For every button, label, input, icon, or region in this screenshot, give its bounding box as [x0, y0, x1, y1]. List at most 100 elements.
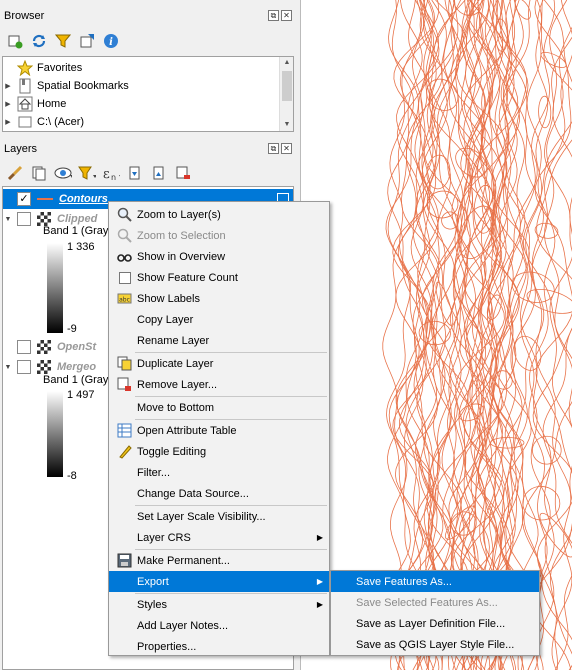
expand-icon[interactable]: ▶ [3, 100, 13, 108]
overview-icon [117, 249, 132, 264]
scroll-thumb[interactable] [282, 71, 292, 101]
eye-icon[interactable] [54, 164, 72, 182]
submenu-save-layer-definition[interactable]: Save as Layer Definition File... [331, 613, 539, 634]
float-icon[interactable]: ⧉ [268, 143, 279, 154]
menu-label: Move to Bottom [137, 401, 215, 414]
submenu-save-qgis-style[interactable]: Save as QGIS Layer Style File... [331, 634, 539, 655]
menu-move-to-bottom[interactable]: Move to Bottom [109, 397, 329, 418]
layer-visibility-checkbox[interactable]: ✓ [17, 192, 31, 206]
browser-title: Browser [4, 10, 45, 22]
menu-add-layer-notes[interactable]: Add Layer Notes... [109, 615, 329, 636]
submenu-label: Save as QGIS Layer Style File... [356, 638, 515, 651]
browser-scrollbar[interactable]: ▲ ▼ [279, 57, 293, 131]
menu-export[interactable]: Export ▶ [109, 571, 329, 592]
browser-item-spatial-bookmarks[interactable]: ▶ Spatial Bookmarks [3, 77, 129, 95]
menu-label: Change Data Source... [137, 487, 249, 500]
menu-label: Make Permanent... [137, 554, 230, 567]
layers-title: Layers [4, 143, 38, 155]
ramp-max-label: 1 336 [67, 241, 95, 253]
collapse-icon[interactable]: ▼ [3, 216, 13, 223]
menu-properties[interactable]: Properties... [109, 636, 329, 657]
table-icon [117, 423, 132, 438]
menu-styles[interactable]: Styles ▶ [109, 594, 329, 615]
menu-show-labels[interactable]: abc Show Labels [109, 288, 329, 309]
menu-rename-layer[interactable]: Rename Layer [109, 330, 329, 351]
browser-item-favorites[interactable]: Favorites [3, 59, 82, 77]
close-icon[interactable]: ✕ [281, 10, 292, 21]
layer-label: Mergeo [57, 361, 97, 373]
menu-layer-crs[interactable]: Layer CRS ▶ [109, 527, 329, 548]
layer-visibility-checkbox[interactable] [17, 340, 31, 354]
layers-title-buttons: ⧉ ✕ [268, 143, 292, 154]
layers-toolbar: εn [0, 160, 300, 186]
menu-label: Copy Layer [137, 313, 194, 326]
menu-label: Show Feature Count [137, 271, 238, 284]
menu-show-in-overview[interactable]: Show in Overview [109, 246, 329, 267]
expression-filter-icon[interactable]: εn [102, 164, 120, 182]
menu-label: Show in Overview [137, 250, 226, 263]
scroll-up-icon[interactable]: ▲ [280, 57, 294, 69]
collapse-icon[interactable]: ▼ [3, 364, 13, 371]
zoom-selection-icon [117, 228, 132, 243]
band-label: Band 1 (Gray) [43, 225, 113, 237]
menu-duplicate-layer[interactable]: Duplicate Layer [109, 353, 329, 374]
menu-label: Set Layer Scale Visibility... [137, 510, 266, 523]
add-group-icon[interactable] [30, 164, 48, 182]
svg-text:n: n [111, 173, 116, 181]
menu-label: Export [137, 575, 169, 588]
info-icon[interactable]: i [102, 32, 120, 50]
style-brush-icon[interactable] [6, 164, 24, 182]
layer-context-menu: Zoom to Layer(s) Zoom to Selection Show … [108, 201, 330, 656]
browser-item-label: C:\ (Acer) [37, 116, 85, 128]
expand-icon[interactable]: ▶ [3, 82, 13, 90]
gray-ramp [47, 243, 63, 333]
collapse-all-icon[interactable] [78, 32, 96, 50]
menu-change-data-source[interactable]: Change Data Source... [109, 483, 329, 504]
home-icon [17, 96, 33, 112]
add-selected-layers-icon[interactable] [6, 32, 24, 50]
ramp-min-label: -8 [67, 470, 77, 482]
menu-label: Filter... [137, 466, 171, 479]
submenu-save-selected-features-as[interactable]: Save Selected Features As... [331, 592, 539, 613]
menu-open-attribute-table[interactable]: Open Attribute Table [109, 420, 329, 441]
layer-visibility-checkbox[interactable] [17, 360, 31, 374]
scroll-down-icon[interactable]: ▼ [280, 119, 294, 131]
menu-label: Toggle Editing [137, 445, 207, 458]
submenu-arrow-icon: ▶ [316, 577, 323, 586]
menu-show-feature-count[interactable]: Show Feature Count [109, 267, 329, 288]
refresh-icon[interactable] [30, 32, 48, 50]
menu-label: Duplicate Layer [137, 357, 214, 370]
menu-remove-layer[interactable]: Remove Layer... [109, 374, 329, 395]
browser-item-label: Favorites [37, 62, 83, 74]
svg-text:ε: ε [103, 167, 110, 181]
browser-panel-title: Browser ⧉ ✕ [0, 6, 300, 26]
filter-legend-icon[interactable] [78, 164, 96, 182]
menu-make-permanent[interactable]: Make Permanent... [109, 550, 329, 571]
menu-filter[interactable]: Filter... [109, 462, 329, 483]
filter-icon[interactable] [54, 32, 72, 50]
layer-label: OpenSt [57, 341, 97, 353]
float-icon[interactable]: ⧉ [268, 10, 279, 21]
zoom-icon [117, 207, 132, 222]
menu-label: Rename Layer [137, 334, 210, 347]
menu-toggle-editing[interactable]: Toggle Editing [109, 441, 329, 462]
remove-icon [117, 377, 132, 392]
ramp-max-label: 1 497 [67, 389, 95, 401]
close-icon[interactable]: ✕ [281, 143, 292, 154]
duplicate-icon [117, 356, 132, 371]
expand-icon[interactable]: ▶ [3, 118, 13, 126]
menu-label: Open Attribute Table [137, 424, 237, 437]
labels-icon: abc [117, 291, 132, 306]
submenu-save-features-as[interactable]: Save Features As... [331, 571, 539, 592]
layer-visibility-checkbox[interactable] [17, 212, 31, 226]
menu-zoom-to-layer[interactable]: Zoom to Layer(s) [109, 204, 329, 225]
menu-set-scale-visibility[interactable]: Set Layer Scale Visibility... [109, 506, 329, 527]
menu-zoom-to-selection[interactable]: Zoom to Selection [109, 225, 329, 246]
browser-item-drive[interactable]: ▶ C:\ (Acer) [3, 113, 84, 131]
expand-all-icon[interactable] [126, 164, 144, 182]
browser-item-home[interactable]: ▶ Home [3, 95, 66, 113]
collapse-all-icon[interactable] [150, 164, 168, 182]
remove-layer-icon[interactable] [174, 164, 192, 182]
menu-copy-layer[interactable]: Copy Layer [109, 309, 329, 330]
drive-icon [17, 114, 33, 130]
